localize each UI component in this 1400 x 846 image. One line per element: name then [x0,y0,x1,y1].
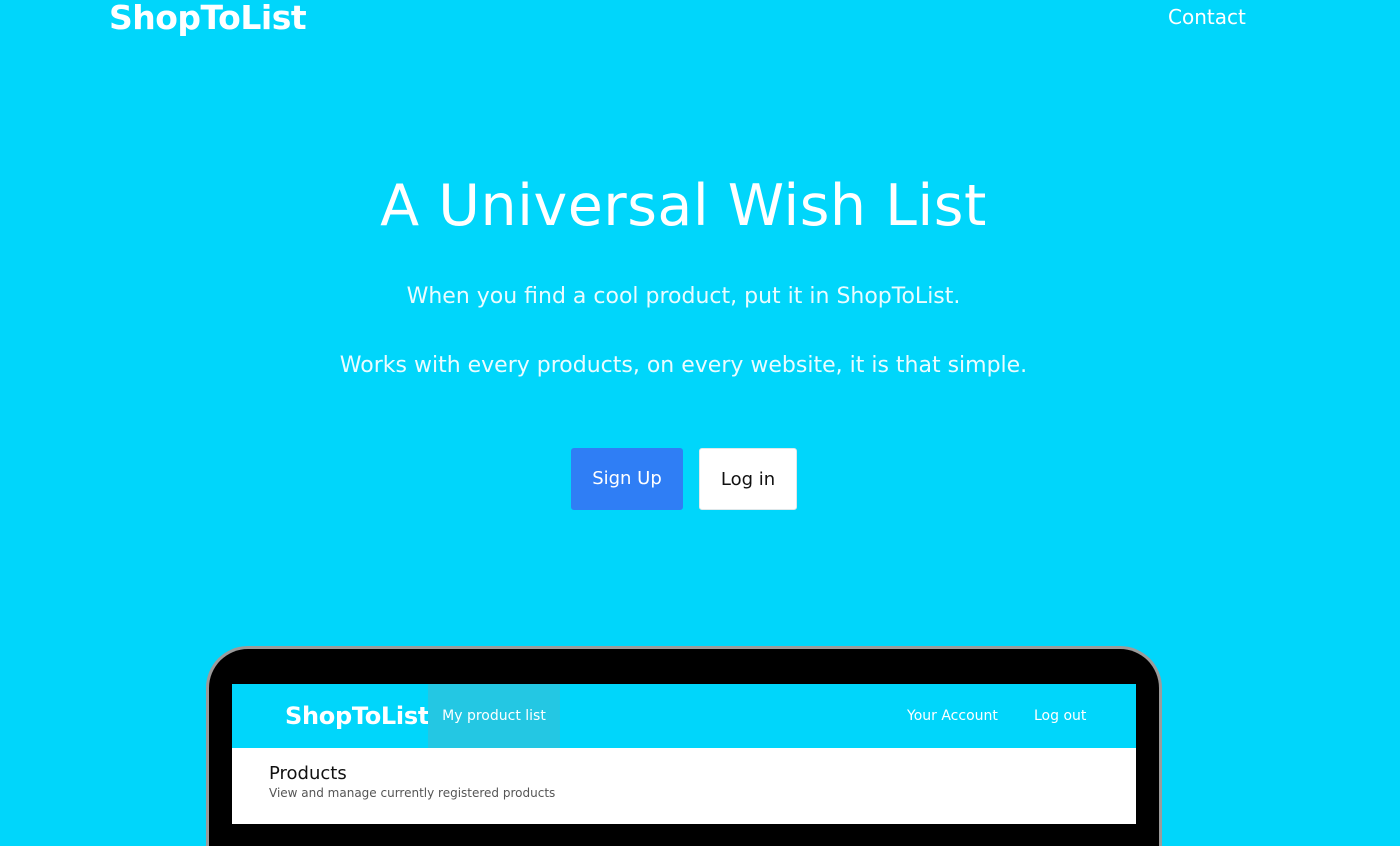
contact-link[interactable]: Contact [1168,2,1246,32]
log-in-button[interactable]: Log in [699,448,797,510]
sign-up-button[interactable]: Sign Up [571,448,683,510]
brand-logo[interactable]: ShopToList [109,0,307,38]
your-account-link: Your Account [907,708,998,724]
app-preview-screen: ShopToList My product list Your Account … [232,684,1136,824]
site-header: ShopToList Contact [0,0,1400,40]
hero-tagline: When you find a cool product, put it in … [406,284,961,309]
tab-my-product-list: My product list [428,684,560,748]
log-out-link: Log out [1034,708,1087,724]
hero-description: Works with every products, on every webs… [339,353,1028,378]
app-preview-navbar: ShopToList My product list Your Account … [232,684,1136,748]
products-subheading: View and manage currently registered pro… [269,786,556,800]
products-heading: Products [269,763,347,784]
hero-title: A Universal Wish List [380,173,987,239]
app-preview-brand: ShopToList [285,702,429,730]
